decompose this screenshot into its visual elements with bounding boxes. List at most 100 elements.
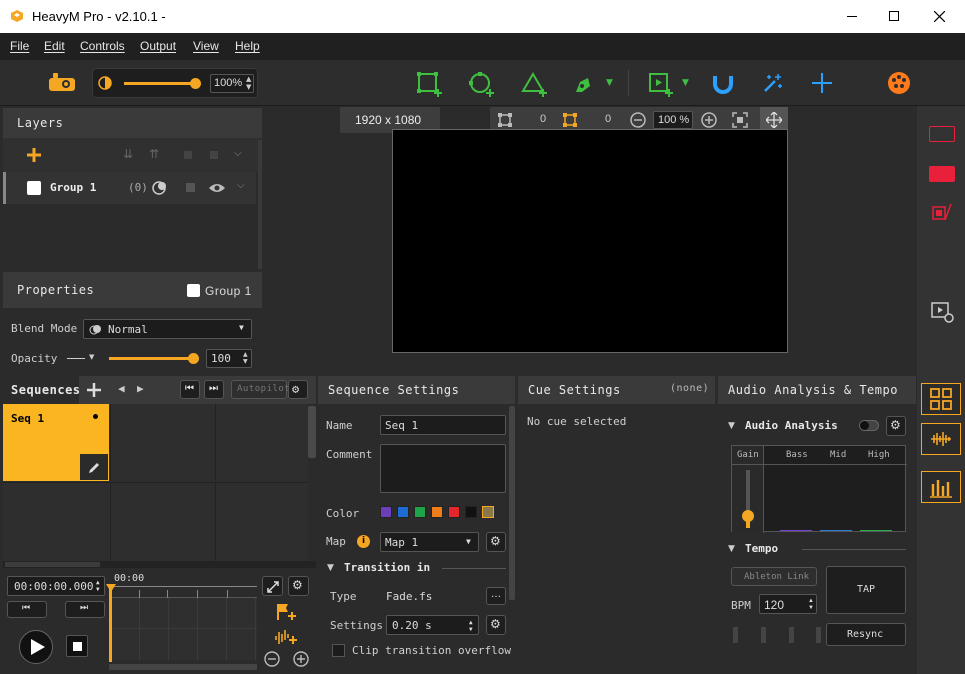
timeline-fit-button[interactable] — [262, 576, 283, 596]
sequence-grid-hscroll[interactable] — [3, 561, 316, 568]
tempo-title[interactable]: Tempo — [745, 542, 778, 555]
transition-in-title[interactable]: Transition in — [344, 561, 430, 574]
brightness-slider-knob[interactable] — [190, 78, 201, 89]
shape-select-icon[interactable] — [497, 112, 513, 128]
move-up-icon[interactable]: ⇈ — [149, 147, 159, 161]
playhead-handle-icon[interactable] — [106, 584, 116, 592]
map-settings-button[interactable]: ⚙ — [486, 532, 506, 552]
layer-option-icon[interactable] — [184, 151, 192, 159]
canvas-preview[interactable] — [392, 129, 788, 353]
add-shape-triangle-icon[interactable] — [520, 70, 548, 98]
info-icon[interactable]: i — [357, 535, 370, 548]
transition-browse-button[interactable]: … — [486, 587, 506, 605]
resync-button[interactable]: Resync — [826, 623, 906, 646]
timecode-input[interactable]: 00:00:00.000 ▲ ▼ — [7, 576, 105, 596]
last-sequence-button[interactable]: ⏭ — [204, 380, 224, 399]
vertex-select-icon[interactable] — [562, 112, 578, 128]
playhead[interactable] — [109, 584, 112, 662]
pen-tool-dropdown-icon[interactable]: ▼ — [606, 78, 613, 88]
layers-scrollbar[interactable] — [258, 140, 262, 269]
play-button[interactable] — [19, 630, 53, 664]
menu-edit[interactable]: Edit — [44, 39, 65, 53]
opacity-slider-track[interactable] — [109, 357, 193, 360]
brightness-spin-icon[interactable]: ▲ ▼ — [246, 75, 251, 91]
next-cue-button[interactable]: ⏭ — [65, 601, 105, 618]
blend-mode-select[interactable]: Normal ▼ — [83, 319, 252, 339]
sequences-settings-button[interactable]: ⚙ — [288, 380, 308, 399]
add-shape-rectangle-icon[interactable] — [415, 70, 443, 98]
chevron-down-icon[interactable]: ⌵ — [234, 148, 242, 159]
ableton-link-button[interactable]: Ableton Link — [731, 567, 817, 586]
crosshair-icon[interactable] — [811, 72, 833, 94]
transition-duration-input[interactable]: 0.20 s ▲ ▼ — [386, 615, 479, 635]
add-sequence-icon[interactable] — [87, 383, 101, 397]
timeline-settings-button[interactable]: ⚙ — [288, 576, 309, 596]
prev-sequence-icon[interactable]: ◀ — [118, 382, 125, 395]
timeline-zoom-out-icon[interactable] — [264, 651, 280, 667]
next-sequence-icon[interactable]: ▶ — [137, 382, 144, 395]
sequence-tile-empty[interactable] — [110, 482, 216, 561]
audio-settings-button[interactable]: ⚙ — [886, 416, 906, 436]
tempo-collapse-icon[interactable]: ▼ — [728, 544, 735, 554]
opacity-slider-knob[interactable] — [188, 353, 199, 364]
color-swatch[interactable] — [414, 506, 426, 518]
menu-help[interactable]: Help — [235, 39, 260, 53]
opacity-spin-icon[interactable]: ▲ ▼ — [243, 351, 248, 365]
comment-textarea[interactable] — [380, 444, 506, 493]
color-swatch[interactable] — [397, 506, 409, 518]
color-swatch[interactable] — [380, 506, 392, 518]
zoom-out-icon[interactable] — [630, 112, 646, 128]
sequence-tile-seq1[interactable]: Seq 1 — [3, 404, 109, 481]
brightness-slider-track[interactable] — [124, 82, 196, 85]
dmx-icon[interactable] — [886, 70, 912, 96]
magnet-icon[interactable] — [711, 72, 735, 96]
first-sequence-button[interactable]: ⏮ — [180, 380, 200, 399]
edit-sequence-button[interactable] — [79, 453, 109, 481]
timeline-area[interactable]: 00:00 — [106, 570, 257, 674]
layer-row-group[interactable]: Group 1 (0) ⌵ — [3, 172, 256, 204]
zoom-in-icon[interactable] — [701, 112, 717, 128]
sequence-name-input[interactable]: Seq 1 — [380, 415, 506, 435]
color-swatch[interactable] — [431, 506, 443, 518]
audio-collapse-icon[interactable]: ▼ — [728, 421, 735, 431]
sequence-grid-scrollbar[interactable] — [308, 406, 316, 458]
menu-file[interactable]: File — [10, 39, 29, 53]
zoom-input[interactable]: 100 % — [653, 111, 693, 129]
sequence-settings-scrollbar[interactable] — [509, 406, 515, 600]
projector-icon[interactable] — [48, 72, 76, 94]
sequence-tile-empty[interactable] — [110, 404, 216, 481]
chevron-down-icon[interactable]: ⌵ — [237, 180, 245, 191]
transition-collapse-icon[interactable]: ▼ — [327, 563, 334, 573]
magic-wand-icon[interactable] — [761, 71, 785, 95]
add-layer-icon[interactable] — [27, 148, 41, 162]
stop-button[interactable] — [66, 635, 88, 657]
chevron-down-icon[interactable]: ▼ — [89, 353, 94, 361]
color-swatch[interactable] — [482, 506, 494, 518]
output-mapping-icon[interactable] — [931, 202, 953, 224]
previous-cue-button[interactable]: ⏮ — [7, 601, 47, 618]
maximize-icon[interactable] — [889, 11, 899, 21]
bpm-input[interactable]: 120 ▲ ▼ — [759, 594, 817, 614]
map-select[interactable]: Map 1 ▼ — [380, 532, 479, 552]
move-icon[interactable] — [766, 112, 782, 128]
add-shape-circle-icon[interactable] — [467, 70, 495, 98]
menu-controls[interactable]: Controls — [80, 39, 125, 53]
timeline-zoom-in-icon[interactable] — [293, 651, 309, 667]
output-fill-icon[interactable] — [929, 166, 955, 182]
pen-tool-icon[interactable] — [572, 72, 596, 96]
add-media-icon[interactable] — [646, 70, 674, 98]
media-settings-icon[interactable] — [931, 302, 955, 324]
layer-lock-icon[interactable] — [186, 183, 195, 192]
transition-settings-button[interactable]: ⚙ — [486, 615, 506, 635]
move-down-icon[interactable]: ⇊ — [123, 147, 133, 161]
layer-option-icon[interactable] — [210, 151, 218, 159]
menu-output[interactable]: Output — [140, 39, 176, 53]
audio-analysis-title[interactable]: Audio Analysis — [745, 419, 838, 432]
close-icon[interactable] — [934, 11, 945, 22]
add-cue-icon[interactable] — [275, 602, 297, 622]
timeline-hscroll[interactable] — [109, 664, 257, 670]
color-swatch[interactable] — [448, 506, 460, 518]
output-outline-icon[interactable] — [929, 126, 955, 142]
add-beat-icon[interactable] — [274, 626, 298, 646]
visibility-eye-icon[interactable] — [208, 182, 226, 194]
